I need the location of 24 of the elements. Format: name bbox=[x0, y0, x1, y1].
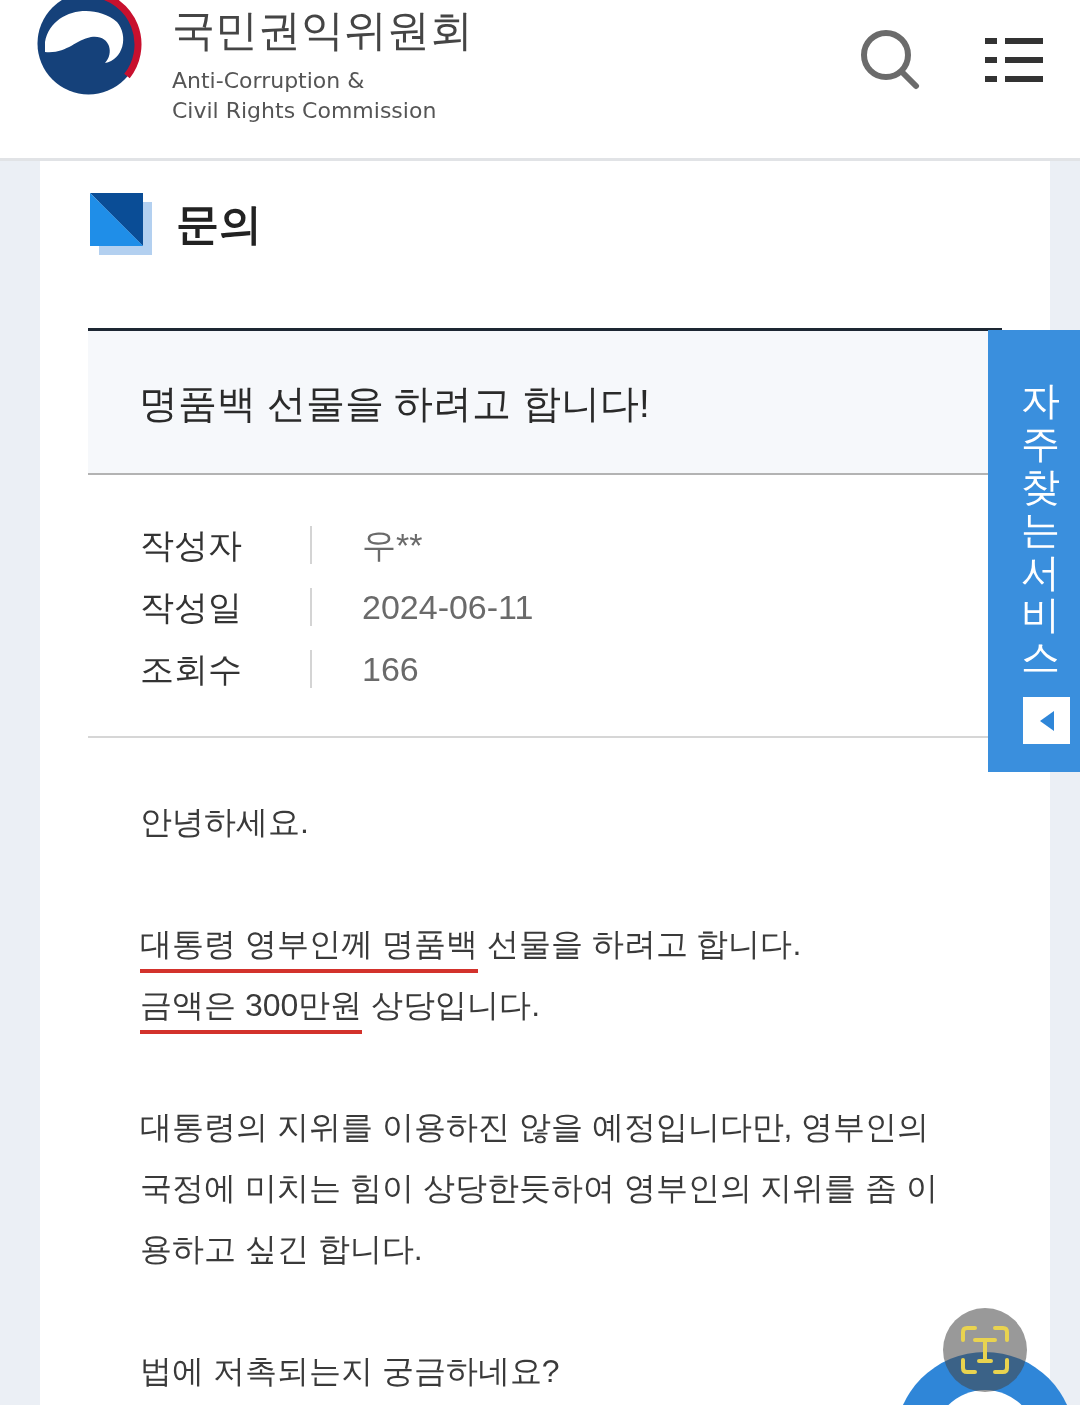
body-text: 대통령의 지위를 이용하진 않을 예정입니다만, 영부인의 국정에 미치는 힘이 상당한듯하여 영부인의 지위를 좀 이용하고 싶긴 합니다. bbox=[140, 1108, 940, 1269]
triangle-left-icon bbox=[1039, 710, 1054, 731]
body-text: 안녕하세요. bbox=[140, 803, 310, 842]
meta-value: 166 bbox=[362, 649, 419, 690]
search-icon[interactable] bbox=[858, 28, 922, 90]
body-text: 금액은 300만원 상당입니다. bbox=[140, 975, 945, 1036]
org-name: 국민권익위원회 bbox=[172, 6, 473, 54]
meta-label: 조회수 bbox=[140, 649, 243, 690]
heading-square-icon bbox=[90, 193, 152, 255]
text-scan-icon bbox=[960, 1325, 1010, 1375]
body-text: 법에 저촉되는지 궁금하네요? bbox=[140, 1352, 561, 1391]
meta-label: 작성일 bbox=[140, 587, 243, 628]
meta-value: 2024-06-11 bbox=[362, 587, 534, 628]
collapse-button[interactable] bbox=[1023, 697, 1070, 744]
menu-icon[interactable] bbox=[985, 38, 1043, 82]
org-name-english: Civil Rights Commission bbox=[172, 97, 437, 125]
post-title: 명품백 선물을 하려고 합니다! bbox=[139, 381, 650, 427]
meta-value: 우** bbox=[362, 525, 423, 566]
meta-label: 작성자 bbox=[140, 525, 243, 566]
org-name-english: Anti-Corruption & bbox=[172, 67, 365, 95]
body-text: 대통령 영부인께 명품백 선물을 하려고 합니다. bbox=[140, 914, 945, 975]
page-heading: 문의 bbox=[176, 199, 262, 250]
quick-menu-tab[interactable]: 자주찾는 서비스 bbox=[988, 330, 1080, 772]
quick-menu-label: 자주찾는 서비스 bbox=[1021, 380, 1060, 681]
